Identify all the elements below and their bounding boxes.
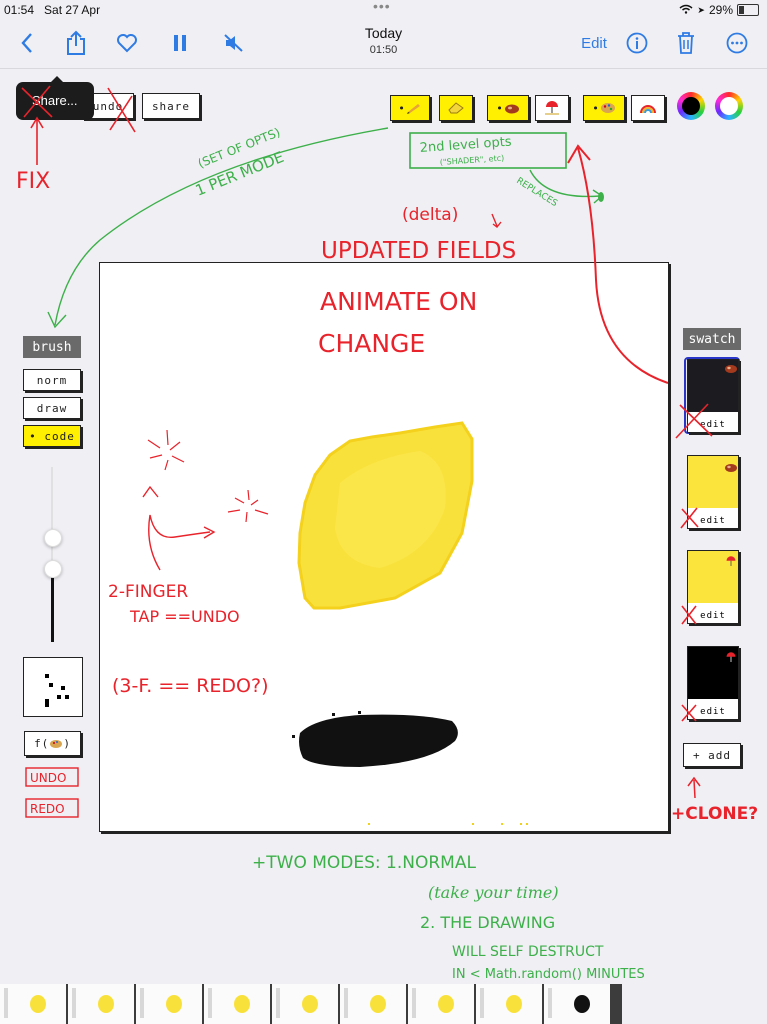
frame-thumbnail[interactable] xyxy=(340,984,406,1024)
frame-thumbnail[interactable] xyxy=(272,984,338,1024)
annotation-redo: REDO xyxy=(30,802,65,816)
delta-arrow xyxy=(491,213,502,228)
undo-cross-mark xyxy=(107,87,136,133)
annotation-take-time: (take your time) xyxy=(428,883,559,902)
annotation-three-f: (3-F. == REDO?) xyxy=(112,675,268,697)
frame-thumbnail[interactable] xyxy=(408,984,474,1024)
frame-filmstrip[interactable] xyxy=(0,984,622,1024)
annotation-clone: +CLONE? xyxy=(671,804,758,824)
red-arrow-swatch-to-options xyxy=(567,144,669,384)
frame-thumbnail[interactable] xyxy=(204,984,270,1024)
annotation-two-modes: +TWO MODES: 1.NORMAL xyxy=(252,853,476,873)
frame-thumbnail[interactable] xyxy=(68,984,134,1024)
clone-arrow xyxy=(687,776,701,799)
swatch-2-cross-mark xyxy=(680,507,699,529)
share-cross-mark xyxy=(21,85,53,118)
annotation-self-destruct-1: 2. THE DRAWING xyxy=(420,913,555,932)
frame-thumbnail[interactable] xyxy=(544,984,610,1024)
annotation-second-level: 2nd level opts xyxy=(419,135,512,156)
annotation-replaces: REPLACES xyxy=(514,176,559,209)
frame-thumbnail[interactable] xyxy=(0,984,66,1024)
tap-burst-2 xyxy=(227,489,269,523)
annotation-delta: (delta) xyxy=(402,205,458,225)
annotation-animate: ANIMATE ON xyxy=(320,287,477,316)
tap-burst-1 xyxy=(147,429,185,471)
annotation-undo: UNDO xyxy=(30,771,66,785)
annotation-tap-undo: TAP ==UNDO xyxy=(129,607,240,626)
swatch-3-cross-mark xyxy=(681,605,697,625)
annotation-two-finger: 2-FINGER xyxy=(108,582,188,602)
annotation-change: CHANGE xyxy=(318,329,425,358)
two-finger-arrows xyxy=(142,485,216,571)
swatch-4-cross-mark xyxy=(681,704,697,722)
annotation-overlay: FIX (SET OF OPTS) 1 PER MODE 2nd level o… xyxy=(16,85,758,982)
frame-thumbnail[interactable] xyxy=(136,984,202,1024)
annotation-fix: FIX xyxy=(16,169,50,194)
swatch-1-cross-mark xyxy=(675,403,713,439)
fix-arrow xyxy=(30,116,44,165)
annotation-self-destruct-3: IN < Math.random() MINUTES xyxy=(452,967,645,982)
annotation-shader-etc: ("SHADER", etc) xyxy=(440,154,505,167)
frame-thumbnail[interactable] xyxy=(476,984,542,1024)
annotation-self-destruct-2: WILL SELF DESTRUCT xyxy=(452,944,604,960)
annotation-updated-fields: UPDATED FIELDS xyxy=(321,238,516,264)
